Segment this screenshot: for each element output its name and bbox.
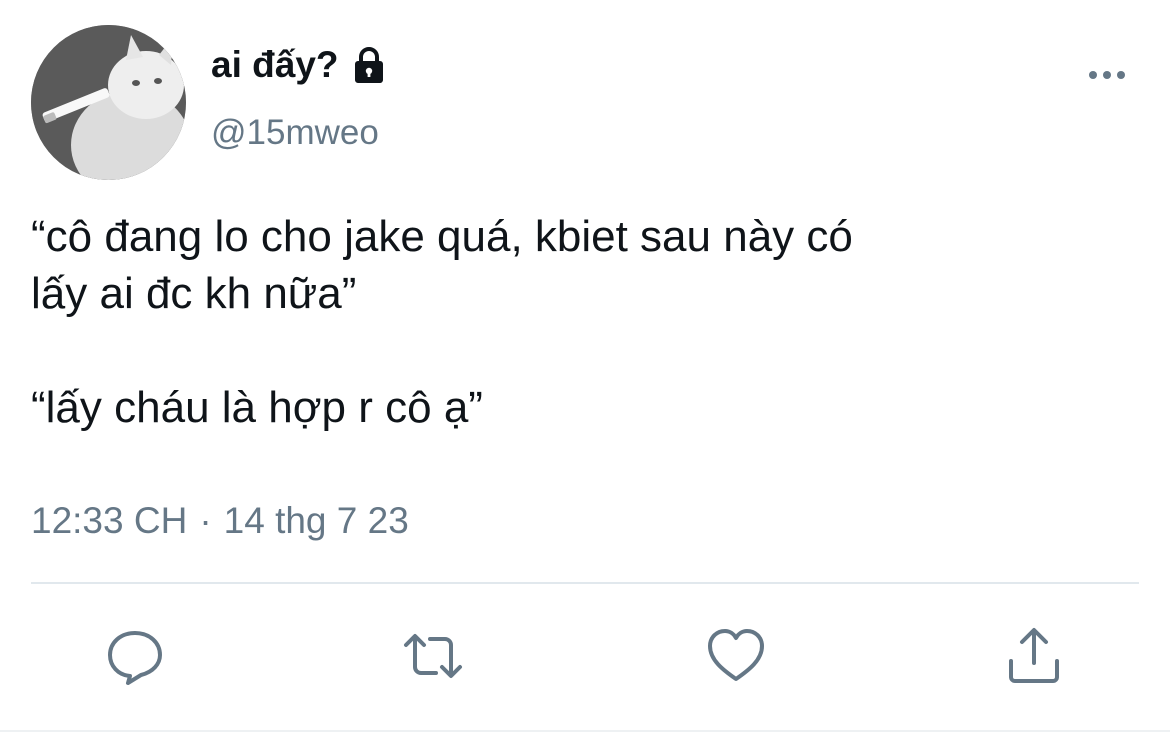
share-button[interactable] — [1003, 625, 1065, 687]
tweet-time[interactable]: 12:33 CH — [31, 500, 187, 542]
lock-icon — [349, 45, 389, 85]
author-handle[interactable]: @15mweo — [211, 113, 379, 153]
divider — [31, 582, 1139, 584]
reply-button[interactable] — [104, 625, 166, 687]
cat-avatar-icon — [31, 25, 186, 180]
share-icon — [1009, 628, 1059, 683]
tweet-text: “cô đang lo cho jake quá, kbiet sau này … — [31, 212, 853, 432]
tweet-timestamp[interactable]: 12:33 CH · 14 thg 7 23 — [31, 500, 409, 542]
retweet-button[interactable] — [402, 625, 464, 687]
tweet-date[interactable]: 14 thg 7 23 — [224, 500, 409, 542]
tweet-card: ai đấy? @15mweo “cô đang lo cho jake quá… — [0, 0, 1170, 747]
more-options-button[interactable] — [1082, 60, 1132, 90]
author-name-row[interactable]: ai đấy? — [211, 44, 389, 86]
reply-icon — [108, 631, 162, 685]
heart-icon — [708, 629, 764, 681]
timestamp-separator: · — [199, 500, 212, 541]
more-dots-icon — [1089, 71, 1125, 79]
retweet-icon — [404, 634, 462, 678]
action-bar — [0, 625, 1170, 687]
author-display-name[interactable]: ai đấy? — [211, 44, 339, 86]
like-button[interactable] — [705, 625, 767, 687]
avatar[interactable] — [31, 25, 186, 180]
bottom-divider — [0, 730, 1170, 732]
